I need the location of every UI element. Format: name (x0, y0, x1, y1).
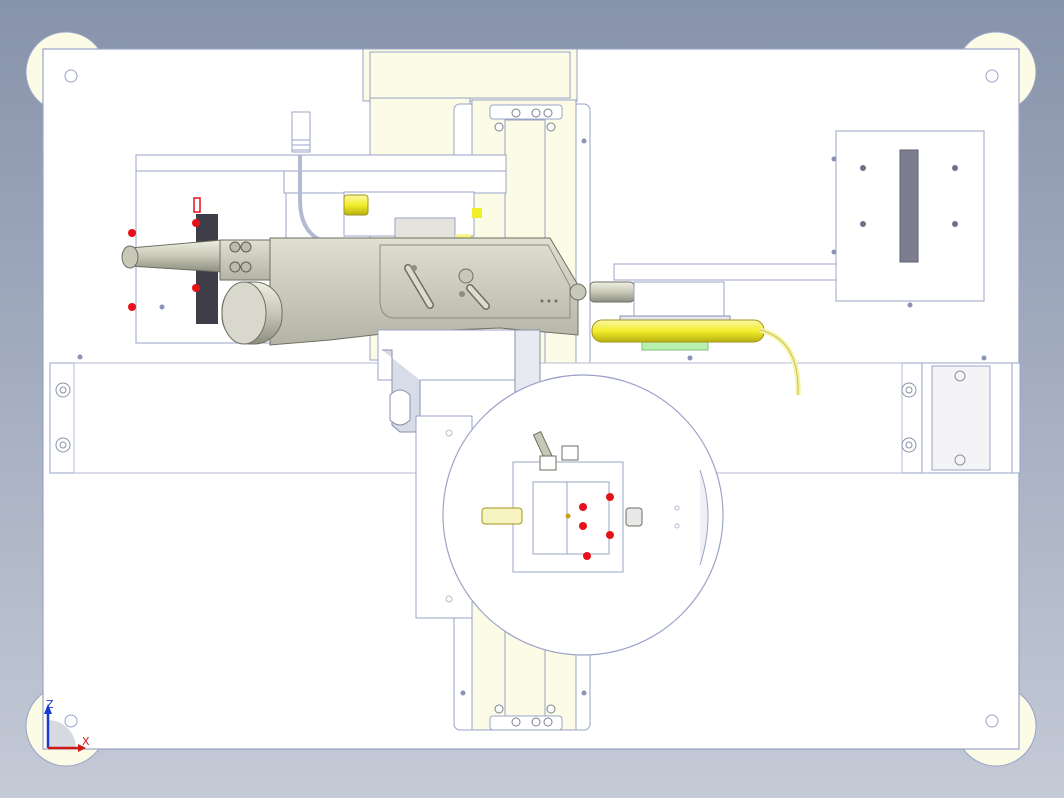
cad-viewport[interactable]: Z X (0, 0, 1064, 798)
assembly-drawing[interactable] (0, 0, 1064, 798)
rotary-table[interactable] (415, 374, 724, 656)
torch-mount-bar (899, 149, 919, 263)
